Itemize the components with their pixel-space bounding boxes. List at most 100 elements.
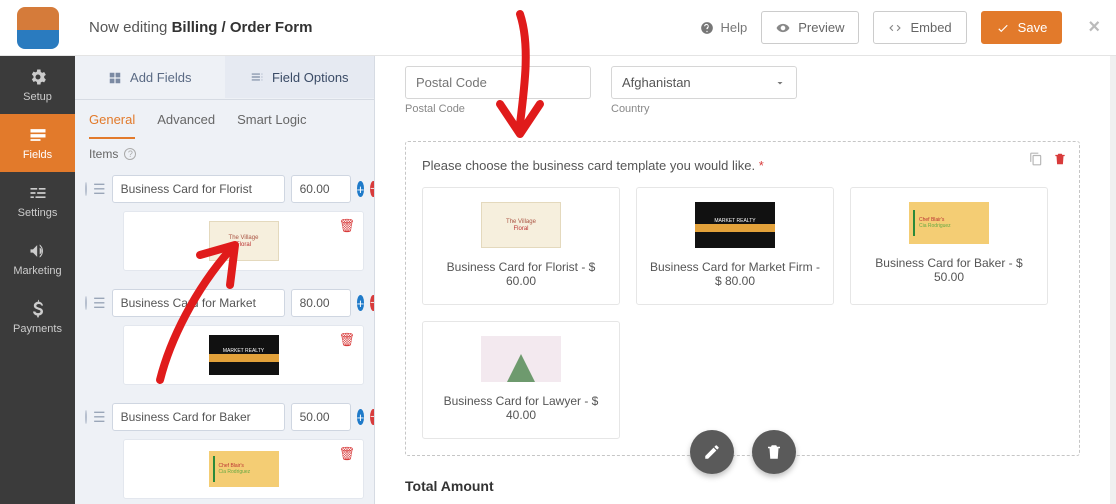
item-row: ☰ + − The VillageFloral 🗑 <box>85 169 364 271</box>
nav-setup-label: Setup <box>23 91 52 103</box>
items-list[interactable]: ☰ + − The VillageFloral 🗑 ☰ <box>75 169 374 504</box>
canvas-wrap: Postal Code Afghanistan Country <box>375 56 1116 504</box>
dollar-icon <box>28 299 48 319</box>
item-price-input[interactable] <box>291 403 351 431</box>
tab-add-fields-label: Add Fields <box>130 70 191 85</box>
item-radio[interactable] <box>85 296 87 310</box>
delete-button[interactable] <box>1053 152 1067 169</box>
eye-icon <box>776 21 790 35</box>
tab-field-options-label: Field Options <box>272 70 349 85</box>
item-radio[interactable] <box>85 410 87 424</box>
bullhorn-icon <box>28 241 48 261</box>
editing-prefix: Now editing <box>89 19 167 36</box>
question-text: Please choose the business card template… <box>422 158 755 173</box>
editing-title: Now editing Billing / Order Form <box>89 19 312 36</box>
pencil-icon <box>703 443 721 461</box>
nav-marketing[interactable]: Marketing <box>0 230 75 288</box>
nav-payments-label: Payments <box>13 323 62 335</box>
close-button[interactable]: × <box>1088 16 1100 39</box>
left-nav: Setup Fields Settings Marketing Payments <box>0 56 75 504</box>
country-label: Country <box>611 103 797 115</box>
check-icon <box>996 21 1010 35</box>
postal-code-label: Postal Code <box>405 103 591 115</box>
form-icon <box>28 125 48 145</box>
nav-fields-label: Fields <box>23 149 52 161</box>
nav-payments[interactable]: Payments <box>0 288 75 346</box>
tab-add-fields[interactable]: Add Fields <box>75 56 225 99</box>
gear-icon <box>28 67 48 87</box>
options-icon <box>250 70 264 84</box>
add-item-button[interactable]: + <box>357 409 365 425</box>
card-option[interactable]: Chef Blair'sCia Rodriguez Business Card … <box>850 187 1048 305</box>
subtab-advanced[interactable]: Advanced <box>157 112 215 139</box>
item-price-input[interactable] <box>291 289 351 317</box>
question-block[interactable]: Please choose the business card template… <box>405 141 1080 456</box>
card-option[interactable]: MARKET REALTY Business Card for Market F… <box>636 187 834 305</box>
preview-button[interactable]: Preview <box>761 11 859 44</box>
item-row: ☰ + − MARKET REALTY 🗑 <box>85 283 364 385</box>
card-caption: Business Card for Market Firm - $ 80.00 <box>645 260 825 288</box>
duplicate-button[interactable] <box>1029 152 1043 169</box>
help-icon <box>700 21 714 35</box>
nav-settings-label: Settings <box>18 207 58 219</box>
card-option[interactable]: The VillageFloral Business Card for Flor… <box>422 187 620 305</box>
nav-marketing-label: Marketing <box>13 265 61 277</box>
plus-grid-icon <box>108 71 122 85</box>
remove-item-button[interactable]: − <box>370 181 374 197</box>
app-logo <box>0 7 75 49</box>
chevron-down-icon <box>774 77 786 89</box>
save-button[interactable]: Save <box>981 11 1063 44</box>
trash-icon[interactable]: 🗑 <box>338 446 355 462</box>
subtab-general[interactable]: General <box>89 112 135 139</box>
delete-fab[interactable] <box>752 430 796 474</box>
drag-handle-icon[interactable]: ☰ <box>93 182 106 196</box>
country-value: Afghanistan <box>622 75 691 90</box>
items-header: Items ? <box>75 139 374 169</box>
postal-code-input[interactable] <box>405 66 591 99</box>
add-item-button[interactable]: + <box>357 181 365 197</box>
remove-item-button[interactable]: − <box>370 409 374 425</box>
card-caption: Business Card for Florist - $ 60.00 <box>431 260 611 288</box>
trash-icon[interactable]: 🗑 <box>338 332 355 348</box>
side-panel: Add Fields Field Options General Advance… <box>75 56 375 504</box>
card-option[interactable]: Business Card for Lawyer - $ 40.00 <box>422 321 620 439</box>
trash-icon <box>765 443 783 461</box>
add-item-button[interactable]: + <box>357 295 365 311</box>
card-caption: Business Card for Lawyer - $ 40.00 <box>431 394 611 422</box>
item-thumbnail[interactable]: The VillageFloral 🗑 <box>123 211 364 271</box>
help-link[interactable]: Help <box>700 20 747 35</box>
top-bar: Now editing Billing / Order Form Help Pr… <box>0 0 1116 56</box>
item-thumbnail[interactable]: MARKET REALTY 🗑 <box>123 325 364 385</box>
form-canvas[interactable]: Postal Code Afghanistan Country <box>375 56 1110 504</box>
question-label: Please choose the business card template… <box>422 158 1063 173</box>
drag-handle-icon[interactable]: ☰ <box>93 296 106 310</box>
items-label: Items <box>89 147 118 161</box>
drag-handle-icon[interactable]: ☰ <box>93 410 106 424</box>
edit-fab[interactable] <box>690 430 734 474</box>
item-radio[interactable] <box>85 182 87 196</box>
item-name-input[interactable] <box>112 175 285 203</box>
tab-field-options[interactable]: Field Options <box>225 56 375 99</box>
subtab-smart-logic[interactable]: Smart Logic <box>237 112 306 139</box>
nav-fields[interactable]: Fields <box>0 114 75 172</box>
card-caption: Business Card for Baker - $ 50.00 <box>859 256 1039 284</box>
item-thumbnail[interactable]: Chef Blair'sCia Rodriguez 🗑 <box>123 439 364 499</box>
info-icon[interactable]: ? <box>124 148 136 160</box>
required-mark: * <box>759 158 764 173</box>
country-select[interactable]: Afghanistan <box>611 66 797 99</box>
code-icon <box>888 21 902 35</box>
nav-setup[interactable]: Setup <box>0 56 75 114</box>
item-name-input[interactable] <box>112 403 285 431</box>
embed-label: Embed <box>910 20 951 35</box>
item-price-input[interactable] <box>291 175 351 203</box>
nav-settings[interactable]: Settings <box>0 172 75 230</box>
item-row: ☰ + − Chef Blair'sCia Rodriguez 🗑 <box>85 397 364 499</box>
help-label: Help <box>720 20 747 35</box>
form-name: Billing / Order Form <box>172 19 313 36</box>
item-name-input[interactable] <box>112 289 285 317</box>
remove-item-button[interactable]: − <box>370 295 374 311</box>
sliders-icon <box>28 183 48 203</box>
embed-button[interactable]: Embed <box>873 11 966 44</box>
trash-icon <box>1053 152 1067 166</box>
trash-icon[interactable]: 🗑 <box>338 218 355 234</box>
